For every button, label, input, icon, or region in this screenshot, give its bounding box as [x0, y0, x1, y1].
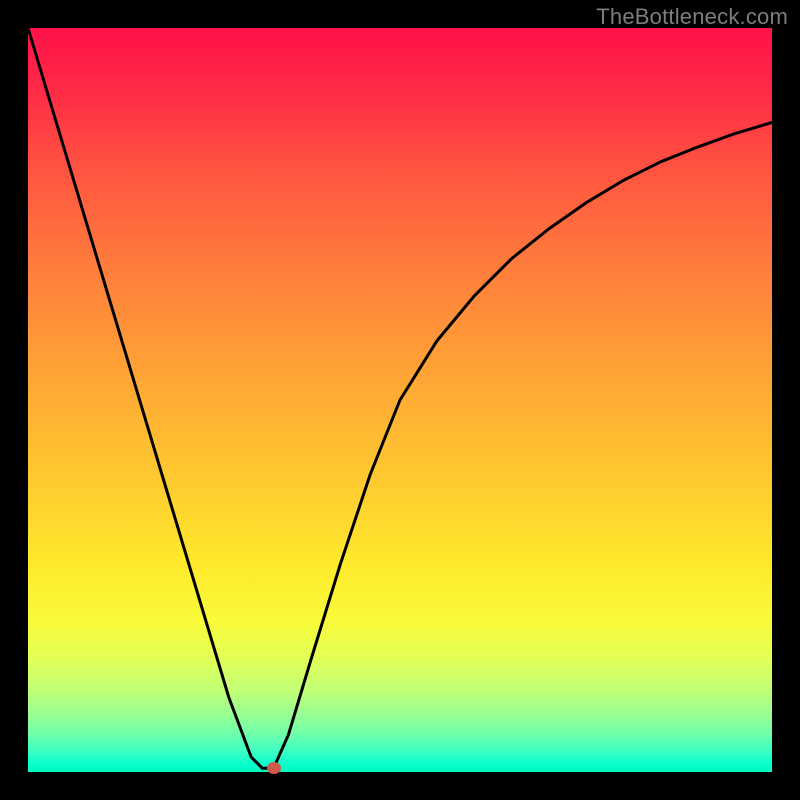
plot-area: [28, 28, 772, 772]
watermark-text: TheBottleneck.com: [596, 4, 788, 30]
chart-frame: TheBottleneck.com: [0, 0, 800, 800]
minimum-marker: [267, 762, 281, 774]
bottleneck-curve: [28, 28, 772, 772]
curve-path: [28, 28, 772, 768]
